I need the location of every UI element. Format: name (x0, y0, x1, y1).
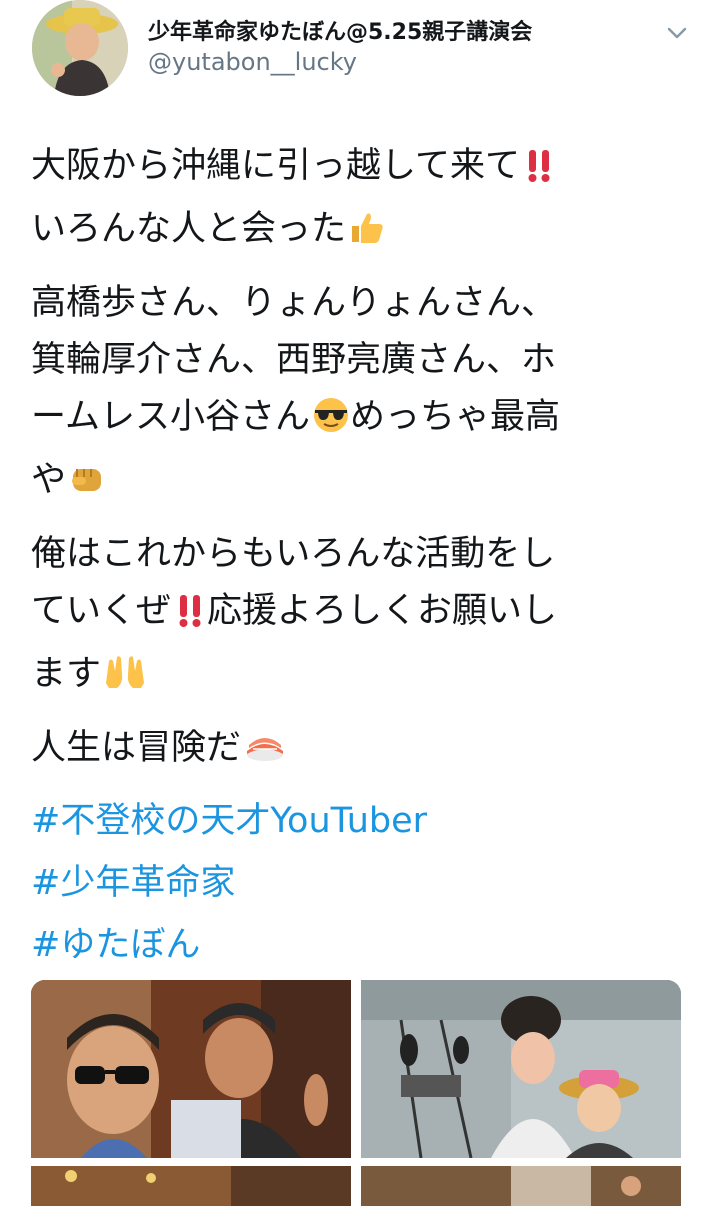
hashtag-link[interactable]: #不登校の天才YouTuber (31, 790, 427, 852)
photo-4[interactable] (361, 1166, 681, 1206)
sushi-icon (243, 726, 287, 783)
text-line: ームレス小谷さん (31, 397, 310, 437)
hashtag-link[interactable]: #少年革命家 (31, 852, 427, 914)
text-line: 応援よろしくお願いし (207, 591, 558, 631)
hashtag-link[interactable]: #ゆたぼん (31, 914, 427, 976)
avatar[interactable] (32, 0, 128, 96)
text-line: いろんな人と会った (31, 209, 347, 249)
text-line: 人生は冒険だ (31, 728, 242, 768)
tweet-text: 大阪から沖縄に引っ越して来て いろんな人と会った 高橋歩さん、りょんりょんさん、… (31, 138, 681, 794)
photo-grid (31, 980, 681, 1206)
text-line: 高橋歩さん、りょんりょんさん、 (31, 283, 557, 323)
text-line: や (31, 460, 67, 500)
text-line: ます (31, 654, 102, 694)
text-line: 大阪から沖縄に引っ越して来て (31, 146, 520, 186)
paragraph-1: 大阪から沖縄に引っ越して来て いろんな人と会った (31, 138, 681, 264)
author-name[interactable]: 少年革命家ゆたぼん@5.25親子講演会 (148, 14, 532, 46)
thumbs-up-icon (348, 207, 386, 264)
tweet-header: 少年革命家ゆたぼん@5.25親子講演会 @yutabon__lucky (30, 0, 690, 100)
text-line: めっちゃ最高 (349, 397, 560, 437)
paragraph-2: 高橋歩さん、りょんりょんさん、 箕輪厚介さん、西野亮廣さん、ホ ームレス小谷さん… (31, 275, 681, 515)
photo-2[interactable] (361, 980, 681, 1158)
text-line: ていくぜ (31, 591, 172, 631)
double-exclamation-icon (522, 144, 556, 201)
double-exclamation-icon (173, 589, 207, 646)
sunglasses-face-icon (312, 395, 350, 452)
fist-icon (68, 458, 106, 515)
paragraph-4: 人生は冒険だ (31, 720, 681, 783)
hashtags: #不登校の天才YouTuber #少年革命家 #ゆたぼん (31, 790, 427, 976)
text-line: 俺はこれからもいろんな活動をし (31, 534, 556, 574)
photo-3[interactable] (31, 1166, 351, 1206)
raised-hands-icon (103, 652, 147, 709)
paragraph-3: 俺はこれからもいろんな活動をし ていくぜ 応援よろしくお願いし ます (31, 526, 681, 709)
text-line: 箕輪厚介さん、西野亮廣さん、ホ (31, 340, 557, 380)
chevron-down-icon[interactable] (664, 20, 690, 46)
photo-1[interactable] (31, 980, 351, 1158)
author-handle[interactable]: @yutabon__lucky (148, 48, 357, 76)
